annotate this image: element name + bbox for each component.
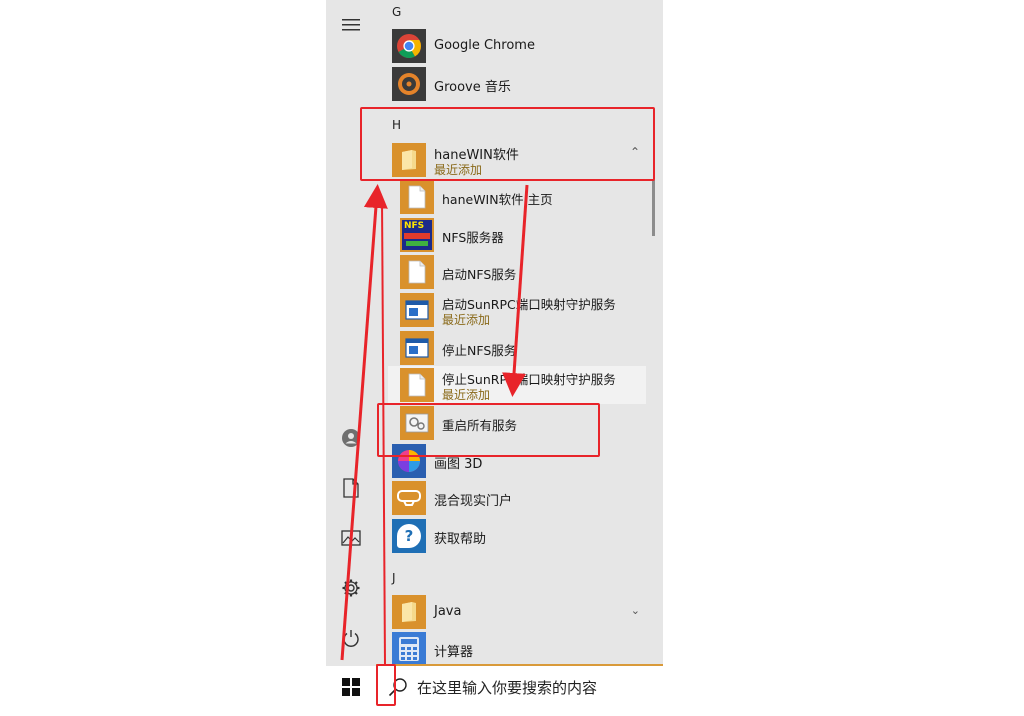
annotation-arrows — [340, 184, 529, 666]
annotation-arrow-folder-to-restart — [502, 184, 529, 397]
annotation-arrow-start-to-folder — [340, 184, 388, 661]
annotation-line-start-to-folder — [381, 199, 386, 666]
